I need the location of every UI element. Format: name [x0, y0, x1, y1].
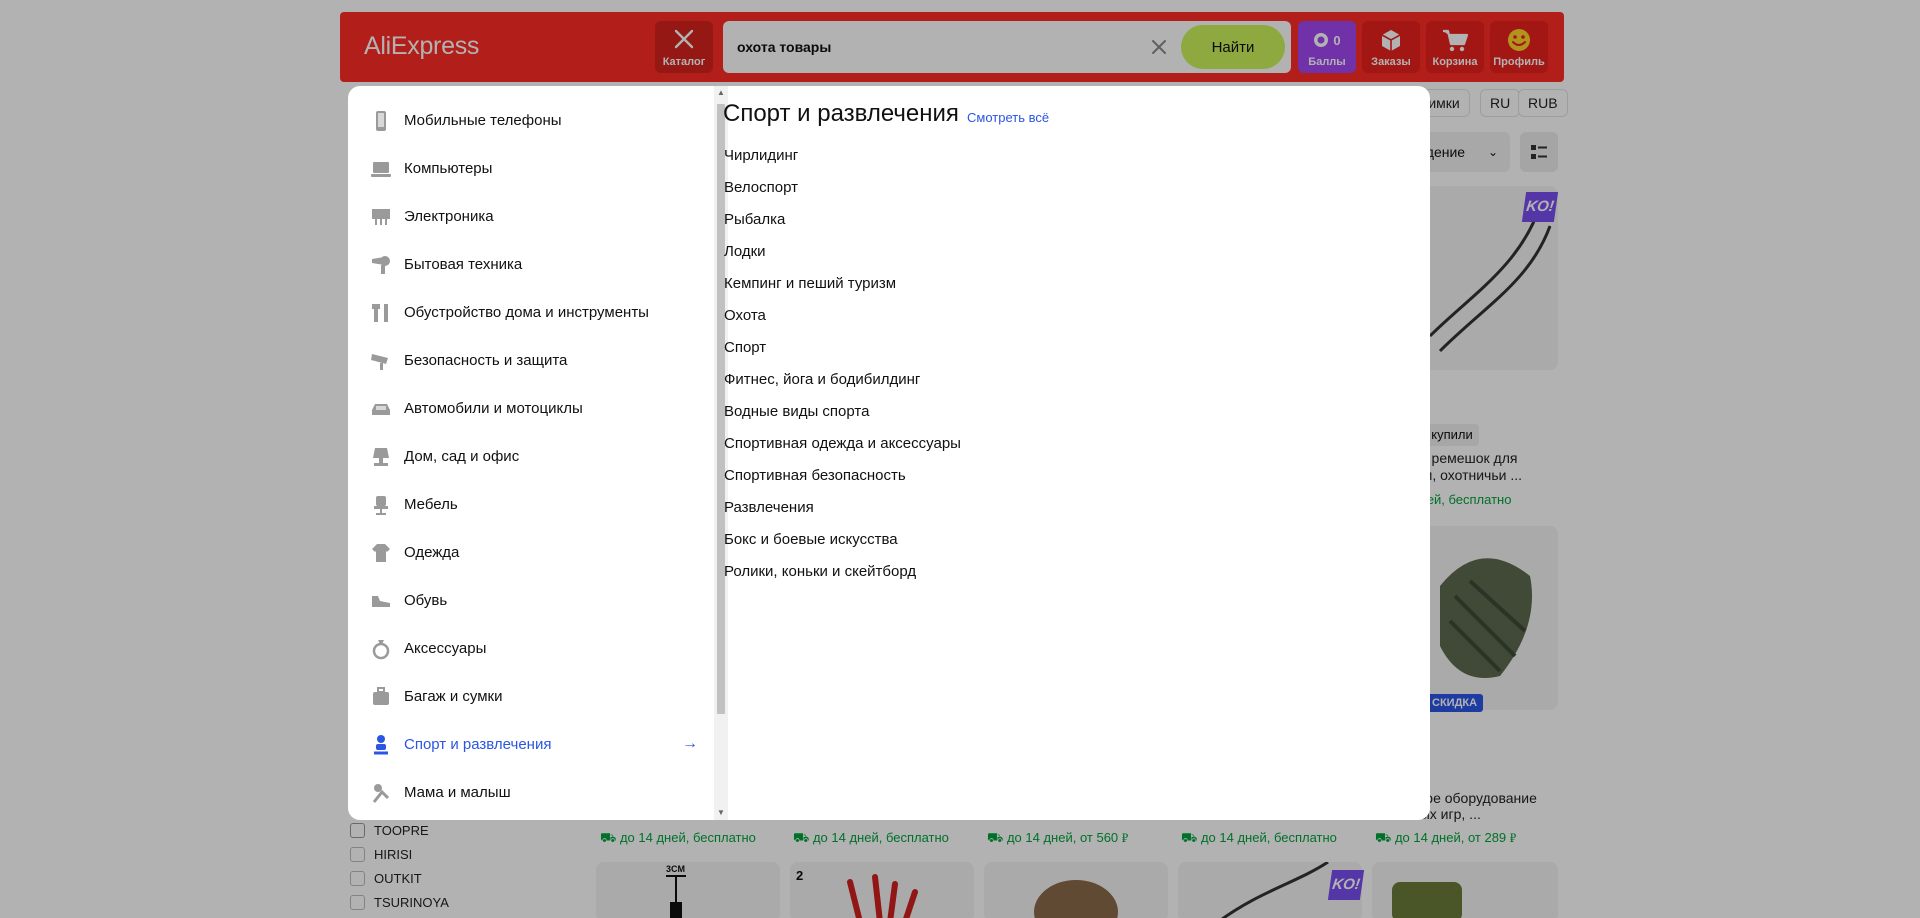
category-label: Электроника [404, 208, 494, 225]
subcategory-link[interactable]: Охота [724, 307, 766, 324]
electronics-icon [372, 209, 390, 225]
category-item-furniture[interactable]: Мебель [360, 485, 716, 525]
category-list: Мобильные телефоны Компьютеры Электроник… [348, 86, 730, 820]
category-label: Обустройство дома и инструменты [404, 304, 649, 321]
subcategory-link[interactable]: Спорт [724, 339, 766, 356]
category-label: Автомобили и мотоциклы [404, 400, 583, 417]
category-label: Мама и малыш [404, 784, 511, 801]
category-item-accessories[interactable]: Аксессуары [360, 629, 716, 669]
category-label: Дом, сад и офис [404, 448, 520, 465]
panel-title: Спорт и развлечения [723, 100, 959, 127]
shoe-icon [372, 596, 390, 607]
tools-icon [372, 304, 388, 322]
category-scrollbar[interactable]: ▲ ▼ [714, 86, 728, 820]
subcategory-link[interactable]: Развлечения [724, 499, 814, 516]
catalog-dropdown: Мобильные телефоны Компьютеры Электроник… [348, 86, 1430, 820]
scroll-down-icon[interactable]: ▼ [717, 808, 725, 817]
luggage-icon [373, 687, 389, 705]
category-label: Мобильные телефоны [404, 112, 562, 129]
subcategory-link[interactable]: Ролики, коньки и скейтборд [724, 563, 916, 580]
car-icon [372, 404, 390, 415]
subcategory-link[interactable]: Спортивная одежда и аксессуары [724, 435, 961, 452]
category-label: Аксессуары [404, 640, 487, 657]
chair-icon [374, 496, 388, 515]
subcategory-link[interactable]: Фитнес, йога и бодибилдинг [724, 371, 920, 388]
category-label: Мебель [404, 496, 458, 513]
subcategory-link[interactable]: Водные виды спорта [724, 403, 869, 420]
scroll-up-icon[interactable]: ▲ [717, 88, 725, 97]
clothes-icon [372, 544, 390, 562]
category-item-sport[interactable]: Спорт и развлечения → [360, 725, 716, 765]
baby-icon [372, 784, 390, 803]
category-item-security[interactable]: Безопасность и защита [360, 341, 716, 381]
category-item-baby[interactable]: Мама и малыш [360, 773, 716, 813]
subcategory-link[interactable]: Спортивная безопасность [724, 467, 906, 484]
category-item-home-tools[interactable]: Обустройство дома и инструменты [360, 293, 716, 333]
subcategory-link[interactable]: Велоспорт [724, 179, 798, 196]
category-item-home-garden[interactable]: Дом, сад и офис [360, 437, 716, 477]
sport-icon [374, 735, 388, 755]
category-label: Багаж и сумки [404, 688, 503, 705]
arrow-right-icon: → [682, 735, 698, 752]
laptop-icon [371, 162, 391, 177]
category-item-mobile-phones[interactable]: Мобильные телефоны [360, 101, 716, 141]
category-item-appliances[interactable]: Бытовая техника [360, 245, 716, 285]
category-item-computers[interactable]: Компьютеры [360, 149, 716, 189]
lamp-icon [373, 448, 389, 466]
see-all-link[interactable]: Смотреть всё [967, 110, 1049, 125]
category-label: Одежда [404, 544, 460, 561]
subcategory-link[interactable]: Чирлидинг [724, 147, 798, 164]
hairdryer-icon [372, 256, 390, 274]
category-item-auto[interactable]: Автомобили и мотоциклы [360, 389, 716, 429]
subcategory-panel: Спорт и развлечения Смотреть всё Чирлиди… [723, 86, 1430, 820]
category-item-clothing[interactable]: Одежда [360, 533, 716, 573]
category-item-luggage[interactable]: Багаж и сумки [360, 677, 716, 717]
camera-icon [371, 354, 388, 370]
subcategory-link[interactable]: Рыбалка [724, 211, 785, 228]
phone-icon [376, 111, 386, 131]
subcategory-link[interactable]: Кемпинг и пеший туризм [724, 275, 896, 292]
category-label: Обувь [404, 592, 448, 609]
subcategory-link[interactable]: Бокс и боевые искусства [724, 531, 898, 548]
category-label: Бытовая техника [404, 256, 523, 273]
subcategory-link[interactable]: Лодки [724, 243, 766, 260]
category-label: Компьютеры [404, 160, 493, 177]
category-label: Безопасность и защита [404, 352, 568, 369]
category-label: Спорт и развлечения [404, 736, 552, 753]
category-item-shoes[interactable]: Обувь [360, 581, 716, 621]
category-item-electronics[interactable]: Электроника [360, 197, 716, 237]
ring-icon [372, 640, 390, 660]
